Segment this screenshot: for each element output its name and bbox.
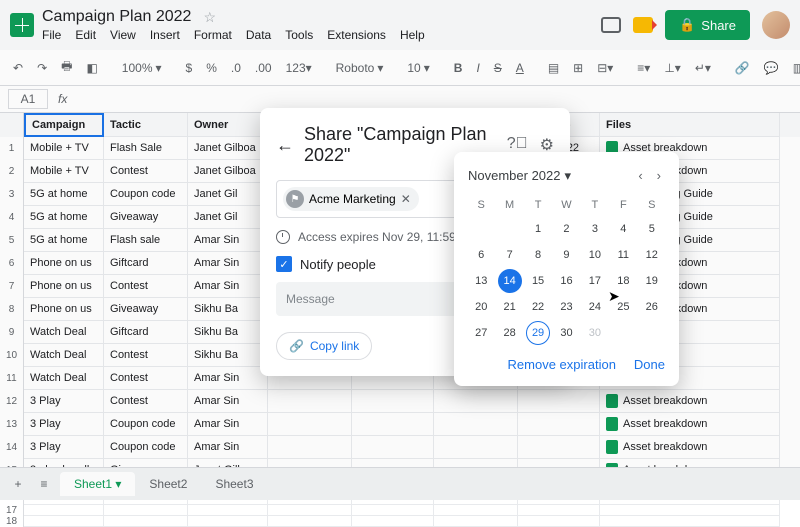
checkbox-checked-icon[interactable]: ✓ — [276, 256, 292, 272]
calendar-day[interactable]: 11 — [611, 243, 635, 267]
calendar-day[interactable]: 16 — [554, 269, 578, 293]
calendar-day[interactable]: 2 — [554, 217, 578, 241]
recipient-chip[interactable]: ⚑ Acme Marketing ✕ — [283, 187, 419, 211]
calendar-dow: S — [468, 195, 494, 215]
calendar-day[interactable]: 22 — [526, 295, 550, 319]
calendar-day[interactable]: 7 — [498, 243, 522, 267]
cell[interactable] — [104, 505, 188, 516]
calendar-day[interactable]: 30 — [554, 321, 578, 345]
calendar-day[interactable]: 26 — [640, 295, 664, 319]
calendar-day[interactable]: 17 — [583, 269, 607, 293]
calendar-day[interactable]: 1 — [526, 217, 550, 241]
clock-icon — [276, 230, 290, 244]
cell[interactable] — [268, 516, 352, 527]
cell[interactable] — [518, 505, 600, 516]
cell[interactable] — [352, 505, 434, 516]
calendar-dow: S — [639, 195, 665, 215]
cell[interactable] — [268, 505, 352, 516]
calendar-day[interactable]: 15 — [526, 269, 550, 293]
calendar-day[interactable]: 8 — [526, 243, 550, 267]
calendar-day[interactable]: 4 — [611, 217, 635, 241]
calendar-day[interactable]: 6 — [469, 243, 493, 267]
calendar-day[interactable]: 10 — [583, 243, 607, 267]
cell[interactable] — [24, 505, 104, 516]
calendar-day[interactable]: 29 — [526, 321, 550, 345]
calendar-day[interactable]: 5 — [640, 217, 664, 241]
calendar-dow: F — [610, 195, 636, 215]
cell[interactable] — [518, 516, 600, 527]
cell[interactable] — [24, 516, 104, 527]
calendar-dow: T — [525, 195, 551, 215]
copy-link-button[interactable]: 🔗 Copy link — [276, 332, 372, 360]
calendar-day[interactable]: 9 — [554, 243, 578, 267]
calendar-day[interactable]: 28 — [498, 321, 522, 345]
row-number[interactable]: 18 — [0, 516, 24, 527]
row-number[interactable]: 17 — [0, 505, 24, 516]
remove-chip-icon[interactable]: ✕ — [401, 192, 411, 206]
calendar-dow: T — [582, 195, 608, 215]
calendar-day[interactable]: 25 — [611, 295, 635, 319]
calendar-day[interactable]: 12 — [640, 243, 664, 267]
cell[interactable] — [600, 516, 780, 527]
cell[interactable] — [188, 516, 268, 527]
next-month-button[interactable]: › — [653, 166, 665, 185]
calendar-day[interactable]: 20 — [469, 295, 493, 319]
month-select[interactable]: November 2022 ▾ — [468, 168, 571, 184]
remove-expiration-button[interactable]: Remove expiration — [508, 357, 616, 372]
calendar-day[interactable]: 27 — [469, 321, 493, 345]
back-arrow-icon[interactable]: ← — [276, 135, 294, 156]
prev-month-button[interactable]: ‹ — [634, 166, 646, 185]
table-row: 18 — [0, 516, 800, 527]
cell[interactable] — [188, 505, 268, 516]
done-button[interactable]: Done — [634, 357, 665, 372]
calendar-day[interactable]: 21 — [498, 295, 522, 319]
cell[interactable] — [104, 516, 188, 527]
calendar-day[interactable]: 3 — [583, 217, 607, 241]
link-icon: 🔗 — [289, 339, 304, 353]
cell[interactable] — [434, 516, 518, 527]
group-icon: ⚑ — [286, 190, 304, 208]
cell[interactable] — [600, 505, 780, 516]
calendar-day[interactable]: 19 — [640, 269, 664, 293]
calendar-day[interactable]: 23 — [554, 295, 578, 319]
calendar-dow: W — [553, 195, 579, 215]
calendar-dow: M — [496, 195, 522, 215]
calendar-day[interactable]: 14 — [498, 269, 522, 293]
calendar-day[interactable]: 13 — [469, 269, 493, 293]
cell[interactable] — [434, 505, 518, 516]
cell[interactable] — [352, 516, 434, 527]
calendar-day[interactable]: 24 — [583, 295, 607, 319]
table-row: 17 — [0, 505, 800, 516]
calendar-day[interactable]: 18 — [611, 269, 635, 293]
date-picker: November 2022 ▾ ‹ › SMTWTFS1234567891011… — [454, 152, 679, 386]
calendar-day-next-month[interactable]: 30 — [583, 321, 607, 345]
